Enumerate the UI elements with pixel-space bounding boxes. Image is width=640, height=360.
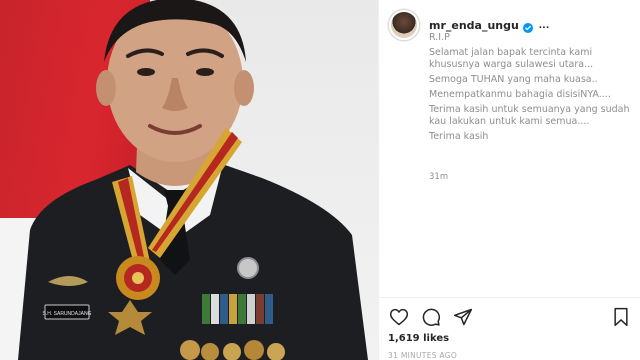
caption-line: Terima kasih	[429, 131, 489, 142]
comment-button[interactable]	[420, 306, 442, 328]
more-options-button[interactable]: ...	[539, 19, 550, 31]
left-ear	[96, 70, 116, 106]
caption-line: R.I.P	[429, 32, 450, 43]
verified-badge-icon	[522, 20, 533, 33]
medal-pendant-center	[132, 272, 144, 284]
post-photo[interactable]: S.H. SARUNDAJANG	[0, 0, 378, 360]
post-actions	[388, 306, 484, 328]
post-caption: R.I.P Selamat jalan bapak tercinta kami …	[429, 32, 634, 146]
actions-divider	[378, 297, 640, 298]
name-tag-text: S.H. SARUNDAJANG	[43, 311, 92, 317]
paper-plane-icon	[453, 308, 473, 326]
left-eye	[137, 68, 155, 76]
heart-icon	[389, 308, 409, 326]
share-button[interactable]	[452, 306, 474, 328]
post-timestamp: 31 MINUTES AGO	[388, 351, 458, 360]
chest-badge	[237, 257, 259, 279]
save-button[interactable]	[610, 306, 632, 328]
bookmark-icon	[614, 307, 628, 327]
caption-line: Menempatkanmu bahagia disisiNYA....	[429, 89, 611, 100]
avatar[interactable]	[389, 10, 419, 40]
caption-line: Terima kasih untuk semuanya yang sudah k…	[429, 104, 630, 127]
caption-line: Semoga TUHAN yang maha kuasa..	[429, 74, 598, 85]
right-eye	[196, 68, 214, 76]
caption-time-ago: 31m	[429, 172, 449, 182]
like-button[interactable]	[388, 306, 410, 328]
likes-count[interactable]: 1,619 likes	[388, 333, 449, 344]
username-link[interactable]: mr_enda_ungu	[429, 19, 519, 32]
portrait-illustration: S.H. SARUNDAJANG	[18, 0, 368, 360]
right-ear	[234, 70, 254, 106]
caption-line: Selamat jalan bapak tercinta kami khusus…	[429, 47, 594, 70]
comment-icon	[422, 308, 441, 326]
